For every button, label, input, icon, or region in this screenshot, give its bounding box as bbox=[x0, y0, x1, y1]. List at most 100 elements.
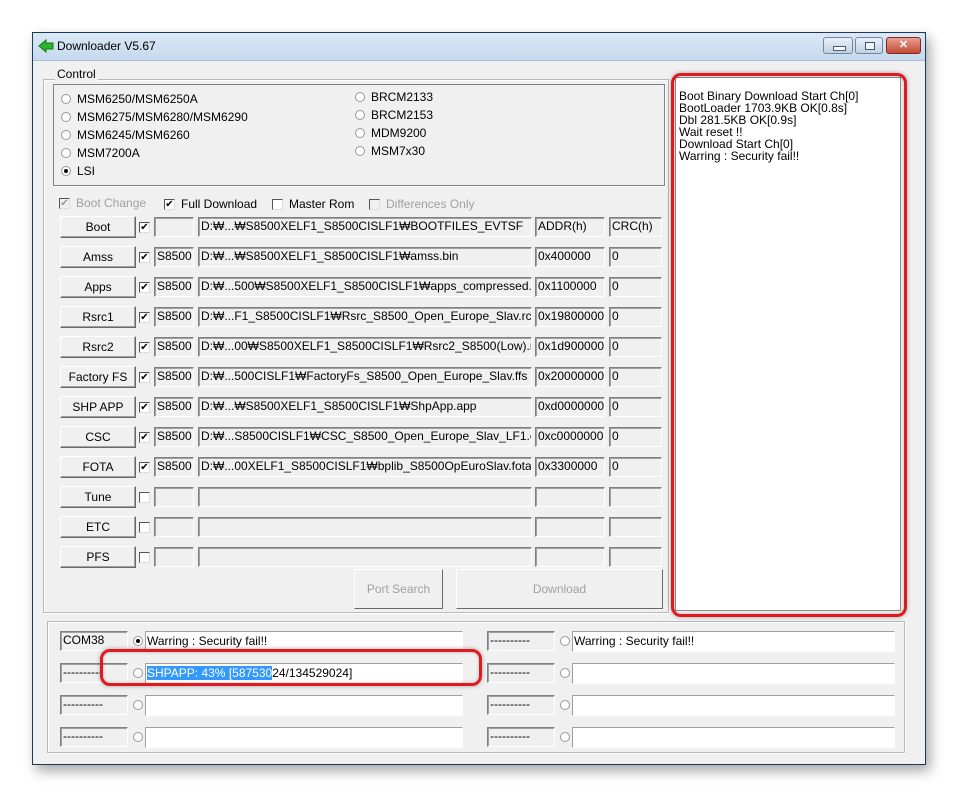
crc-field[interactable]: 0 bbox=[609, 277, 662, 297]
file-path-field[interactable]: D:₩...F1_S8500CISLF1₩Rsrc_S8500_Open_Eur… bbox=[198, 307, 532, 327]
file-button-amss[interactable]: Amss bbox=[60, 246, 136, 268]
file-button-shp-app[interactable]: SHP APP bbox=[60, 396, 136, 418]
chipset-radio[interactable]: MSM6245/MSM6260 bbox=[61, 128, 190, 142]
model-field bbox=[154, 487, 194, 507]
checkbox-checked-icon[interactable]: ✔ bbox=[139, 312, 150, 323]
port-search-button[interactable]: Port Search bbox=[354, 569, 443, 609]
addr-field[interactable]: 0xc0000000 bbox=[535, 427, 605, 447]
chipset-radio[interactable]: MSM6275/MSM6280/MSM6290 bbox=[61, 110, 248, 124]
maximize-button[interactable] bbox=[855, 37, 883, 54]
file-path-field[interactable]: D:₩...₩S8500XELF1_S8500CISLF1₩ShpApp.app bbox=[198, 397, 532, 417]
file-path-field[interactable]: D:₩...₩S8500XELF1_S8500CISLF1₩BOOTFILES_… bbox=[198, 217, 532, 237]
minimize-button[interactable] bbox=[823, 37, 853, 54]
port-status-field[interactable] bbox=[572, 663, 895, 684]
file-button-rsrc1[interactable]: Rsrc1 bbox=[60, 306, 136, 328]
file-path-field[interactable]: D:₩...S8500CISLF1₩CSC_S8500_Open_Europe_… bbox=[198, 427, 532, 447]
crc-field[interactable] bbox=[609, 517, 662, 537]
checkbox-icon[interactable] bbox=[139, 552, 150, 563]
port-name-field: ---------- bbox=[487, 631, 555, 651]
title-bar[interactable]: Downloader V5.67 ✕ bbox=[33, 33, 925, 61]
addr-field[interactable]: 0x1d900000 bbox=[535, 337, 605, 357]
chipset-radio[interactable]: MSM7x30 bbox=[355, 144, 425, 158]
log-output[interactable]: Boot Binary Download Start Ch[0] BootLoad… bbox=[675, 77, 901, 611]
port-status-field[interactable]: SHPAPP: 43% [58753024/134529024] bbox=[145, 663, 463, 684]
model-field: S8500 bbox=[154, 247, 194, 267]
port-status-field[interactable]: Warring : Security fail!! bbox=[145, 631, 463, 652]
port-status-field[interactable] bbox=[572, 695, 895, 716]
port-radio-icon[interactable] bbox=[133, 668, 143, 678]
checkbox-checked-icon[interactable]: ✔ bbox=[139, 342, 150, 353]
checkbox-checked-icon[interactable]: ✔ bbox=[139, 432, 150, 443]
master-rom-checkbox[interactable]: Master Rom bbox=[272, 197, 354, 211]
file-button-boot[interactable]: Boot bbox=[60, 216, 136, 238]
file-path-field[interactable] bbox=[198, 517, 532, 537]
chipset-radio[interactable]: MDM9200 bbox=[355, 126, 426, 140]
addr-field[interactable]: 0x20000000 bbox=[535, 367, 605, 387]
checkbox-checked-icon[interactable]: ✔ bbox=[139, 282, 150, 293]
port-radio-icon[interactable] bbox=[560, 668, 570, 678]
file-button-tune[interactable]: Tune bbox=[60, 486, 136, 508]
checkbox-checked-icon[interactable]: ✔ bbox=[139, 462, 150, 473]
file-path-field[interactable]: D:₩...500CISLF1₩FactoryFs_S8500_Open_Eur… bbox=[198, 367, 532, 387]
crc-field[interactable] bbox=[609, 487, 662, 507]
file-path-field[interactable]: D:₩...₩S8500XELF1_S8500CISLF1₩amss.bin bbox=[198, 247, 532, 267]
addr-field[interactable] bbox=[535, 487, 605, 507]
checkbox-checked-icon[interactable]: ✔ bbox=[139, 402, 150, 413]
checkbox-icon[interactable] bbox=[139, 522, 150, 533]
addr-field[interactable]: 0x1100000 bbox=[535, 277, 605, 297]
file-button-csc[interactable]: CSC bbox=[60, 426, 136, 448]
port-status-field[interactable] bbox=[145, 727, 463, 748]
boot-change-checkbox[interactable]: ✔ Boot Change bbox=[59, 196, 146, 210]
chipset-radio[interactable]: MSM6250/MSM6250A bbox=[61, 92, 198, 106]
addr-field[interactable] bbox=[535, 517, 605, 537]
file-path-field[interactable]: D:₩...00₩S8500XELF1_S8500CISLF1₩Rsrc2_S8… bbox=[198, 337, 532, 357]
addr-field[interactable]: 0x19800000 bbox=[535, 307, 605, 327]
minimize-icon bbox=[833, 46, 846, 51]
addr-field[interactable]: 0x3300000 bbox=[535, 457, 605, 477]
checkbox-checked-icon[interactable]: ✔ bbox=[139, 252, 150, 263]
crc-field[interactable]: 0 bbox=[609, 427, 662, 447]
port-status-field[interactable] bbox=[145, 695, 463, 716]
chipset-radio[interactable]: LSI bbox=[61, 164, 95, 178]
crc-field[interactable]: 0 bbox=[609, 247, 662, 267]
crc-field[interactable]: 0 bbox=[609, 337, 662, 357]
crc-field[interactable]: 0 bbox=[609, 457, 662, 477]
port-radio-icon[interactable] bbox=[133, 732, 143, 742]
full-download-checkbox[interactable]: ✔ Full Download bbox=[164, 197, 257, 211]
chipset-radio[interactable]: BRCM2153 bbox=[355, 108, 433, 122]
port-radio-icon[interactable] bbox=[560, 732, 570, 742]
file-path-field[interactable] bbox=[198, 487, 532, 507]
file-button-apps[interactable]: Apps bbox=[60, 276, 136, 298]
file-path-field[interactable]: D:₩...500₩S8500XELF1_S8500CISLF1₩apps_co… bbox=[198, 277, 532, 297]
file-path-field[interactable] bbox=[198, 547, 532, 567]
file-button-etc[interactable]: ETC bbox=[60, 516, 136, 538]
port-radio-icon[interactable] bbox=[560, 700, 570, 710]
crc-field[interactable]: 0 bbox=[609, 307, 662, 327]
file-button-factory-fs[interactable]: Factory FS bbox=[60, 366, 136, 388]
checkbox-checked-icon[interactable]: ✔ bbox=[139, 222, 150, 233]
chipset-radio[interactable]: BRCM2133 bbox=[355, 90, 433, 104]
file-button-fota[interactable]: FOTA bbox=[60, 456, 136, 478]
port-status-field[interactable] bbox=[572, 727, 895, 748]
close-button[interactable]: ✕ bbox=[886, 37, 921, 54]
download-button[interactable]: Download bbox=[456, 569, 663, 609]
checkbox-checked-icon[interactable]: ✔ bbox=[139, 372, 150, 383]
addr-field[interactable] bbox=[535, 547, 605, 567]
port-radio-icon[interactable] bbox=[133, 700, 143, 710]
crc-field[interactable]: 0 bbox=[609, 397, 662, 417]
port-radio-icon[interactable] bbox=[560, 636, 570, 646]
file-button-rsrc2[interactable]: Rsrc2 bbox=[60, 336, 136, 358]
addr-field[interactable]: 0x400000 bbox=[535, 247, 605, 267]
addr-field[interactable]: 0xd0000000 bbox=[535, 397, 605, 417]
model-field bbox=[154, 217, 194, 237]
port-radio-checked-icon[interactable] bbox=[133, 636, 143, 646]
radio-icon bbox=[355, 110, 365, 120]
chipset-radio[interactable]: MSM7200A bbox=[61, 146, 140, 160]
file-button-pfs[interactable]: PFS bbox=[60, 546, 136, 568]
port-status-field[interactable]: Warring : Security fail!! bbox=[572, 631, 895, 652]
checkbox-icon[interactable] bbox=[139, 492, 150, 503]
file-path-field[interactable]: D:₩...00XELF1_S8500CISLF1₩bplib_S8500OpE… bbox=[198, 457, 532, 477]
differences-only-checkbox[interactable]: Differences Only bbox=[369, 197, 474, 211]
crc-field[interactable] bbox=[609, 547, 662, 567]
crc-field[interactable]: 0 bbox=[609, 367, 662, 387]
